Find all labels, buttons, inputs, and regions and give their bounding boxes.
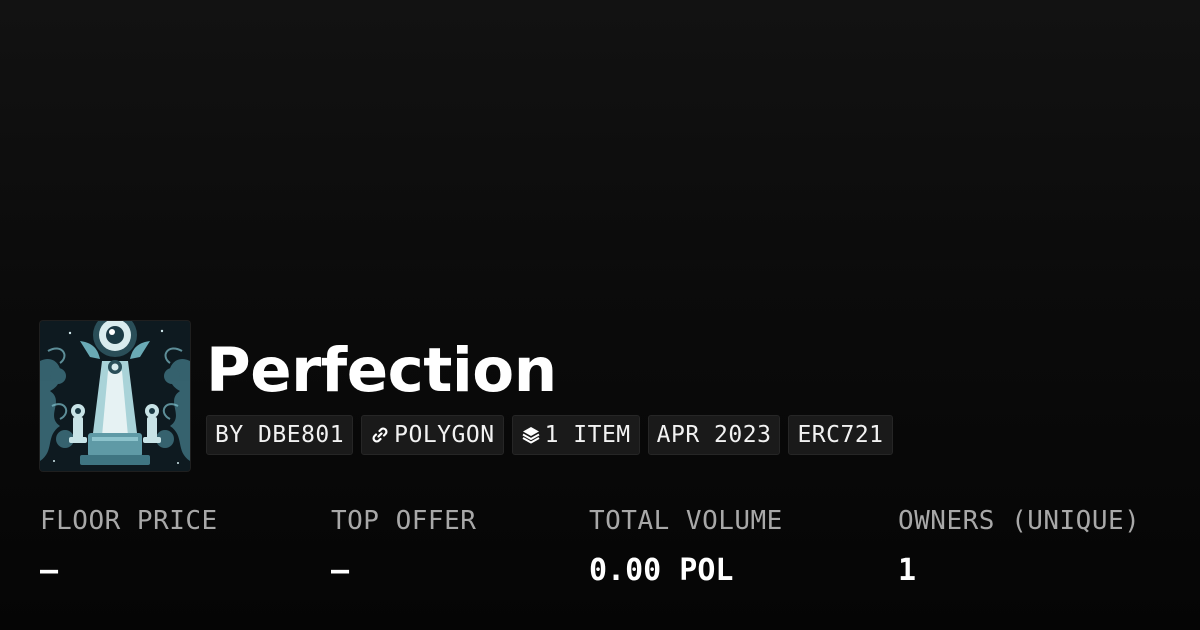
chain-badge[interactable]: POLYGON: [361, 415, 504, 455]
token-standard-badge: ERC721: [788, 415, 893, 455]
items-label: 1 ITEM: [544, 422, 631, 448]
token-standard-label: ERC721: [797, 422, 884, 448]
creator-label: BY DBE801: [215, 422, 345, 448]
stat-floor-price: FLOOR PRICE –: [40, 503, 218, 589]
stat-label: TOTAL VOLUME: [589, 506, 783, 536]
stat-value: –: [40, 553, 59, 588]
eye-pyramid-artwork: [40, 321, 190, 471]
items-badge: 1 ITEM: [511, 415, 640, 455]
collection-share-card: Perfection BY DBE801 POLYGON 1 ITEM APR …: [0, 0, 1200, 630]
layers-icon: [521, 425, 541, 445]
created-date-badge: APR 2023: [647, 415, 781, 455]
stat-label: TOP OFFER: [331, 506, 477, 536]
creator-badge[interactable]: BY DBE801: [206, 415, 354, 455]
collection-badges: BY DBE801 POLYGON 1 ITEM APR 2023 ERC721: [206, 415, 893, 455]
stat-total-volume: TOTAL VOLUME 0.00 POL: [589, 503, 783, 589]
stat-label: OWNERS (UNIQUE): [898, 506, 1141, 536]
stat-value: –: [331, 553, 350, 588]
chain-label: POLYGON: [394, 422, 495, 448]
collection-image: [40, 321, 190, 471]
link-icon: [370, 425, 390, 445]
stat-value: 0.00 POL: [589, 553, 734, 588]
stat-value: 1: [898, 553, 917, 588]
stat-owners-unique: OWNERS (UNIQUE) 1: [898, 503, 1140, 589]
created-date-label: APR 2023: [656, 422, 772, 448]
stat-top-offer: TOP OFFER –: [331, 503, 476, 589]
stat-label: FLOOR PRICE: [40, 506, 218, 536]
collection-title: Perfection: [206, 335, 557, 406]
